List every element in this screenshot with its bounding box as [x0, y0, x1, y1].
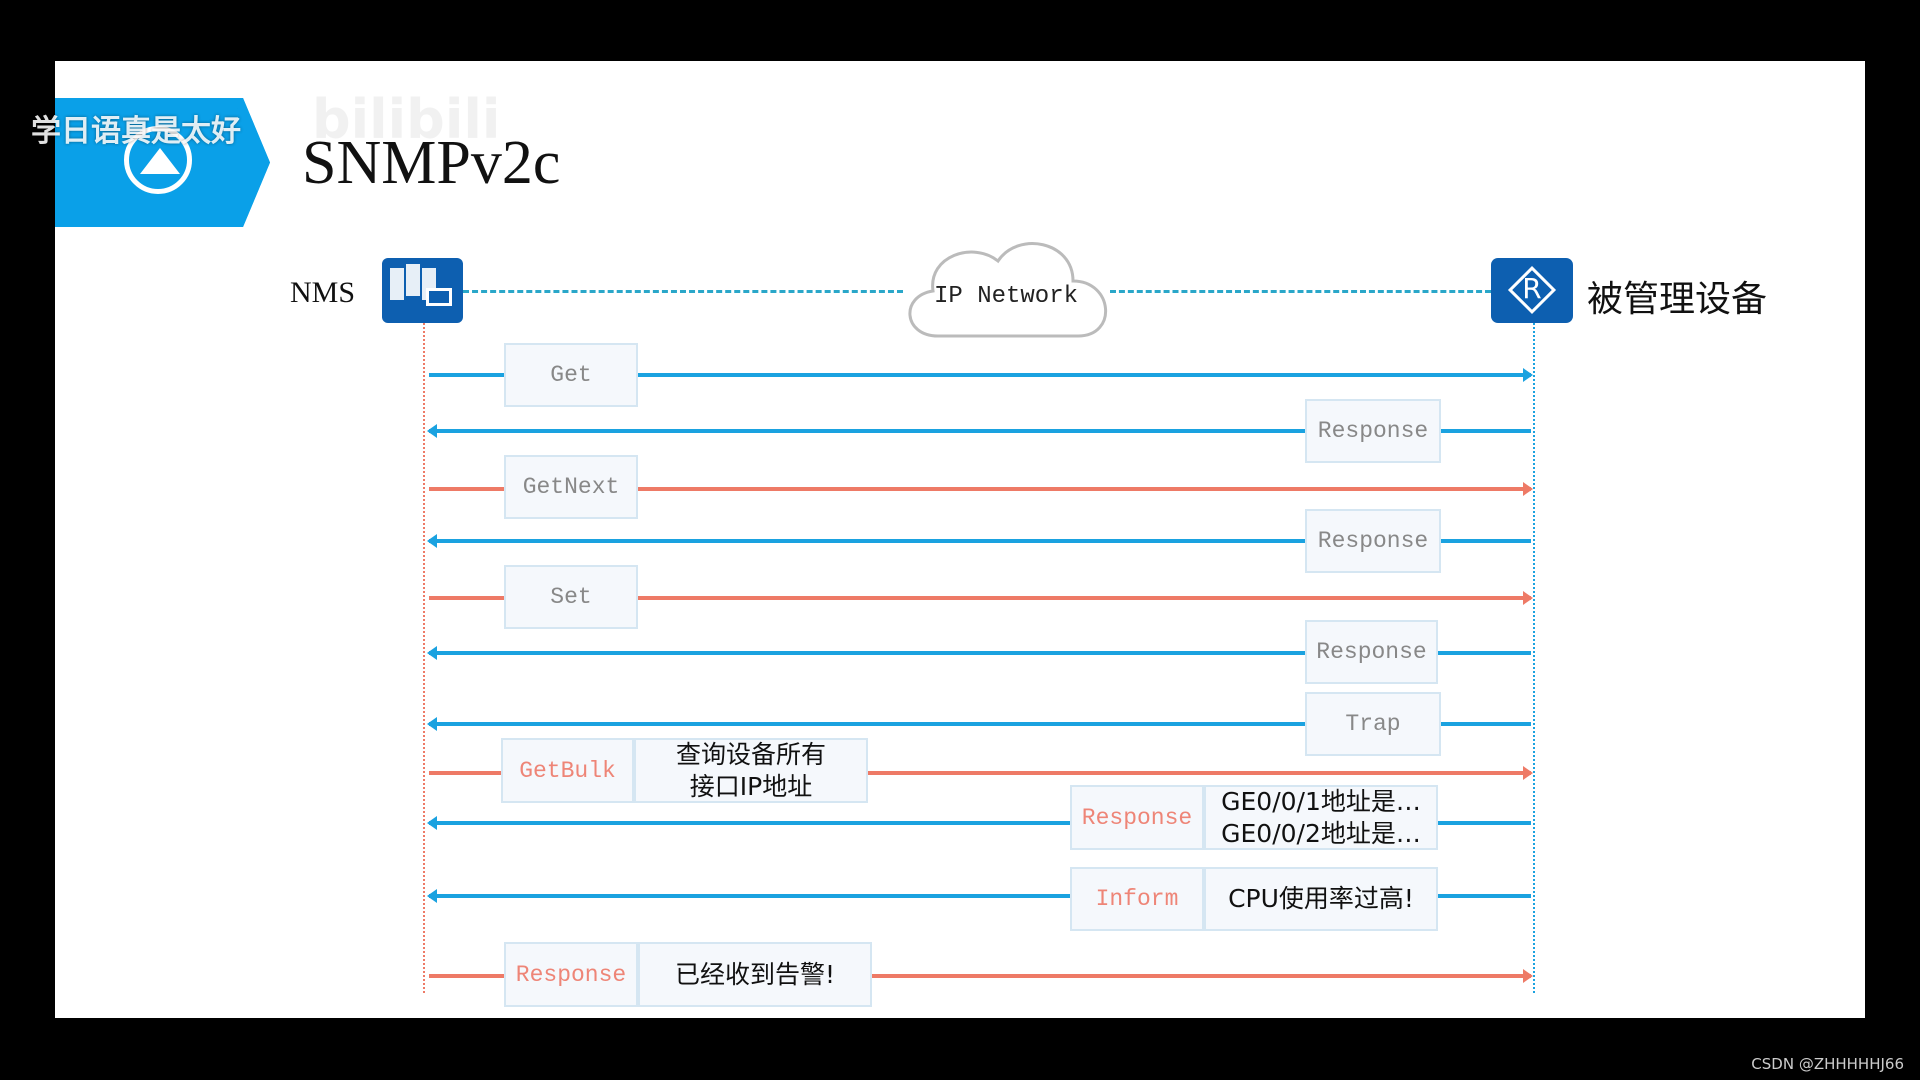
message-note: 查询设备所有 接口IP地址 [634, 738, 868, 803]
message-label: Set [504, 565, 638, 629]
arrowhead-icon [1523, 368, 1533, 382]
arrowhead-icon [427, 717, 437, 731]
nms-label: NMS [290, 276, 356, 309]
network-link-left [463, 290, 903, 293]
mountain-icon [140, 148, 180, 174]
message-label: GetNext [504, 455, 638, 519]
message-label: Response [1305, 509, 1441, 573]
message-label: Response [1305, 620, 1438, 684]
arrowhead-icon [1523, 482, 1533, 496]
router-icon: R [1491, 258, 1573, 323]
message-note: CPU使用率过高! [1204, 867, 1438, 931]
arrowhead-icon [1523, 766, 1533, 780]
message-label: GetBulk [501, 738, 634, 803]
arrowhead-icon [427, 534, 437, 548]
message-note: GE0/0/1地址是… GE0/0/2地址是… [1204, 785, 1438, 850]
message-label: Response [504, 942, 638, 1007]
router-letter: R [1522, 272, 1542, 305]
network-label: IP Network [933, 283, 1079, 310]
nms-server-icon [382, 258, 463, 323]
arrowhead-icon [427, 424, 437, 438]
nms-lifeline [423, 323, 425, 993]
message-label: Inform [1070, 867, 1204, 931]
overlay-watermark: 学日语真是太好 [31, 114, 241, 149]
arrowhead-icon [427, 889, 437, 903]
message-label: Trap [1305, 692, 1441, 756]
device-lifeline [1533, 323, 1535, 993]
slide-title: SNMPv2c [302, 129, 561, 197]
network-link-right [1110, 290, 1491, 293]
message-label: Response [1070, 785, 1204, 850]
arrowhead-icon [1523, 591, 1533, 605]
arrowhead-icon [427, 816, 437, 830]
arrowhead-icon [427, 646, 437, 660]
csdn-credit: CSDN @ZHHHHHJ66 [1751, 1055, 1904, 1073]
message-label: Get [504, 343, 638, 407]
arrowhead-icon [1523, 969, 1533, 983]
device-label: 被管理设备 [1587, 279, 1768, 320]
message-note: 已经收到告警! [638, 942, 872, 1007]
message-label: Response [1305, 399, 1441, 463]
